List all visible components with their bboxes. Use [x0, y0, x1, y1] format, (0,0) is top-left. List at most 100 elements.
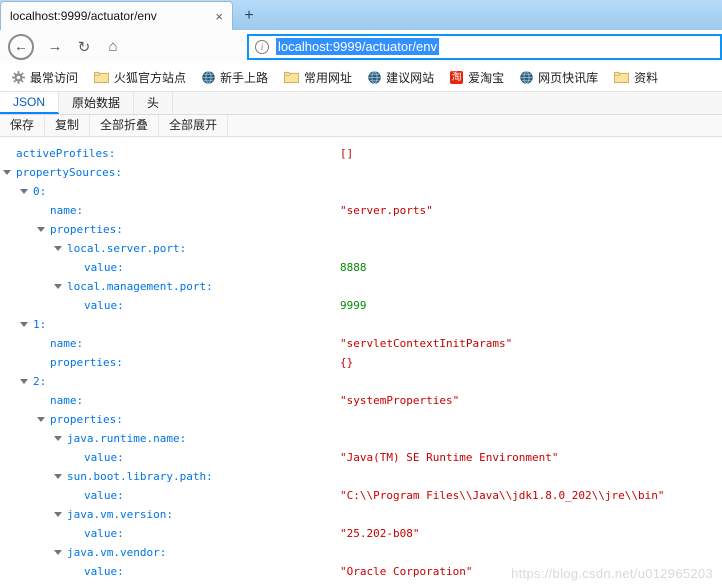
json-tree-row[interactable]: value: 9999 — [0, 296, 722, 315]
json-key: properties: — [50, 223, 123, 236]
bookmark-label: 常用网址 — [304, 69, 352, 86]
bookmark-item[interactable]: 新手上路 — [202, 69, 268, 86]
json-key: value: — [84, 489, 124, 502]
taobao-icon: 淘 — [450, 71, 463, 84]
bookmark-item[interactable]: 建议网站 — [368, 69, 434, 86]
collapse-arrow-icon[interactable] — [37, 227, 45, 232]
json-key: name: — [50, 337, 83, 350]
new-tab-button[interactable]: + — [233, 1, 265, 30]
json-tree-row[interactable]: sun.boot.library.path: — [0, 467, 722, 486]
json-value: "Oracle Corporation" — [340, 562, 472, 581]
collapse-arrow-icon[interactable] — [54, 284, 62, 289]
json-tree-row[interactable]: 2: — [0, 372, 722, 391]
home-button[interactable]: ⌂ — [101, 38, 125, 55]
json-key: java.vm.vendor: — [67, 546, 166, 559]
json-value: "Java(TM) SE Runtime Environment" — [340, 448, 559, 467]
bookmarks-bar: 最常访问火狐官方站点新手上路常用网址建议网站淘爱淘宝网页快讯库资料 — [0, 63, 722, 92]
json-tree-row[interactable]: 0: — [0, 182, 722, 201]
json-tree-row[interactable]: java.vm.vendor: — [0, 543, 722, 562]
collapse-all-button[interactable]: 全部折叠 — [90, 115, 159, 136]
collapse-arrow-icon[interactable] — [54, 550, 62, 555]
tab-json[interactable]: JSON — [0, 92, 59, 114]
tab-headers[interactable]: 头 — [134, 92, 173, 114]
globe-icon — [520, 71, 533, 84]
json-tree-row[interactable]: value: "C:\\Program Files\\Java\\jdk1.8.0… — [0, 486, 722, 505]
json-value: [] — [340, 144, 353, 163]
json-viewer-toolbar: 保存复制全部折叠全部展开 — [0, 115, 722, 137]
bookmark-label: 资料 — [634, 69, 658, 86]
collapse-arrow-icon[interactable] — [37, 417, 45, 422]
back-button[interactable]: ← — [8, 34, 34, 60]
json-tree-row[interactable]: propertySources: — [0, 163, 722, 182]
url-bar[interactable]: i localhost:9999/actuator/env — [247, 34, 722, 60]
json-tree-row[interactable]: name: "server.ports" — [0, 201, 722, 220]
json-key: value: — [84, 565, 124, 578]
bookmark-item[interactable]: 最常访问 — [12, 69, 78, 86]
json-tree-row[interactable]: java.runtime.name: — [0, 429, 722, 448]
json-tree-row[interactable]: local.server.port: — [0, 239, 722, 258]
tab-title: localhost:9999/actuator/env — [10, 9, 209, 23]
bookmark-item[interactable]: 常用网址 — [284, 69, 352, 86]
bookmark-item[interactable]: 淘爱淘宝 — [450, 69, 504, 86]
refresh-button[interactable]: ↻ — [72, 38, 96, 56]
json-key: activeProfiles: — [16, 147, 115, 160]
bookmark-item[interactable]: 网页快讯库 — [520, 69, 598, 86]
globe-icon — [368, 71, 381, 84]
json-key: java.vm.version: — [67, 508, 173, 521]
json-key: propertySources: — [16, 166, 122, 179]
json-viewer-tabs: JSON原始数据头 — [0, 92, 722, 115]
expand-all-button[interactable]: 全部展开 — [159, 115, 228, 136]
folder-icon — [614, 71, 629, 83]
json-tree-row[interactable]: value: "25.202-b08" — [0, 524, 722, 543]
bookmark-label: 建议网站 — [386, 69, 434, 86]
forward-button[interactable]: → — [43, 38, 67, 55]
json-value: "systemProperties" — [340, 391, 459, 410]
tab-raw-data[interactable]: 原始数据 — [59, 92, 134, 114]
json-key: name: — [50, 394, 83, 407]
json-key: 0: — [33, 185, 46, 198]
collapse-arrow-icon[interactable] — [20, 189, 28, 194]
json-tree-row[interactable]: properties: — [0, 220, 722, 239]
bookmark-item[interactable]: 火狐官方站点 — [94, 69, 186, 86]
json-key: local.management.port: — [67, 280, 213, 293]
json-value: {} — [340, 353, 353, 372]
json-tree-row[interactable]: 1: — [0, 315, 722, 334]
collapse-arrow-icon[interactable] — [20, 322, 28, 327]
url-input[interactable]: localhost:9999/actuator/env — [276, 38, 439, 55]
info-icon[interactable]: i — [255, 40, 269, 54]
collapse-arrow-icon[interactable] — [54, 474, 62, 479]
save-button[interactable]: 保存 — [0, 115, 45, 136]
collapse-arrow-icon[interactable] — [54, 512, 62, 517]
json-tree-row[interactable]: properties:{} — [0, 353, 722, 372]
globe-icon — [202, 71, 215, 84]
collapse-arrow-icon[interactable] — [20, 379, 28, 384]
json-tree-row[interactable]: activeProfiles: [] — [0, 144, 722, 163]
json-key: value: — [84, 527, 124, 540]
json-tree-row[interactable]: properties: — [0, 410, 722, 429]
json-key: value: — [84, 261, 124, 274]
collapse-arrow-icon[interactable] — [54, 246, 62, 251]
browser-tab[interactable]: localhost:9999/actuator/env × — [0, 1, 233, 30]
bookmark-item[interactable]: 资料 — [614, 69, 658, 86]
close-tab-icon[interactable]: × — [215, 9, 223, 24]
navigation-toolbar: ← → ↻ ⌂ i localhost:9999/actuator/env — [0, 30, 722, 63]
json-tree-row[interactable]: name: "systemProperties" — [0, 391, 722, 410]
json-key: value: — [84, 299, 124, 312]
json-value: "25.202-b08" — [340, 524, 419, 543]
json-key: name: — [50, 204, 83, 217]
bookmark-label: 爱淘宝 — [468, 69, 504, 86]
json-value: "server.ports" — [340, 201, 433, 220]
json-value: "C:\\Program Files\\Java\\jdk1.8.0_202\\… — [340, 486, 665, 505]
copy-button[interactable]: 复制 — [45, 115, 90, 136]
json-key: java.runtime.name: — [67, 432, 186, 445]
bookmark-label: 火狐官方站点 — [114, 69, 186, 86]
json-tree-row[interactable]: value: "Java(TM) SE Runtime Environment" — [0, 448, 722, 467]
json-tree-row[interactable]: name:"servletContextInitParams" — [0, 334, 722, 353]
collapse-arrow-icon[interactable] — [54, 436, 62, 441]
json-tree-row[interactable]: local.management.port: — [0, 277, 722, 296]
json-tree-row[interactable]: java.vm.version: — [0, 505, 722, 524]
json-tree-row[interactable]: value:8888 — [0, 258, 722, 277]
json-value: 9999 — [340, 296, 367, 315]
collapse-arrow-icon[interactable] — [3, 170, 11, 175]
json-key: value: — [84, 451, 124, 464]
